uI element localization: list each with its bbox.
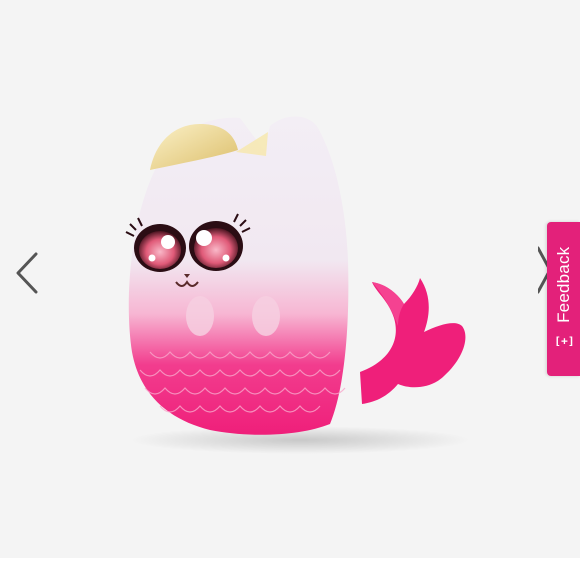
bottom-strip — [0, 558, 580, 580]
product-image — [125, 116, 470, 454]
feedback-label: Feedback — [553, 246, 573, 323]
previous-image-button[interactable] — [10, 248, 46, 298]
feedback-content: [+] Feedback — [553, 246, 574, 352]
image-viewer — [0, 0, 580, 558]
feedback-tab[interactable]: [+] Feedback — [547, 222, 580, 376]
feedback-plus-icon: [+] — [553, 334, 574, 348]
chevron-left-icon — [16, 252, 38, 294]
